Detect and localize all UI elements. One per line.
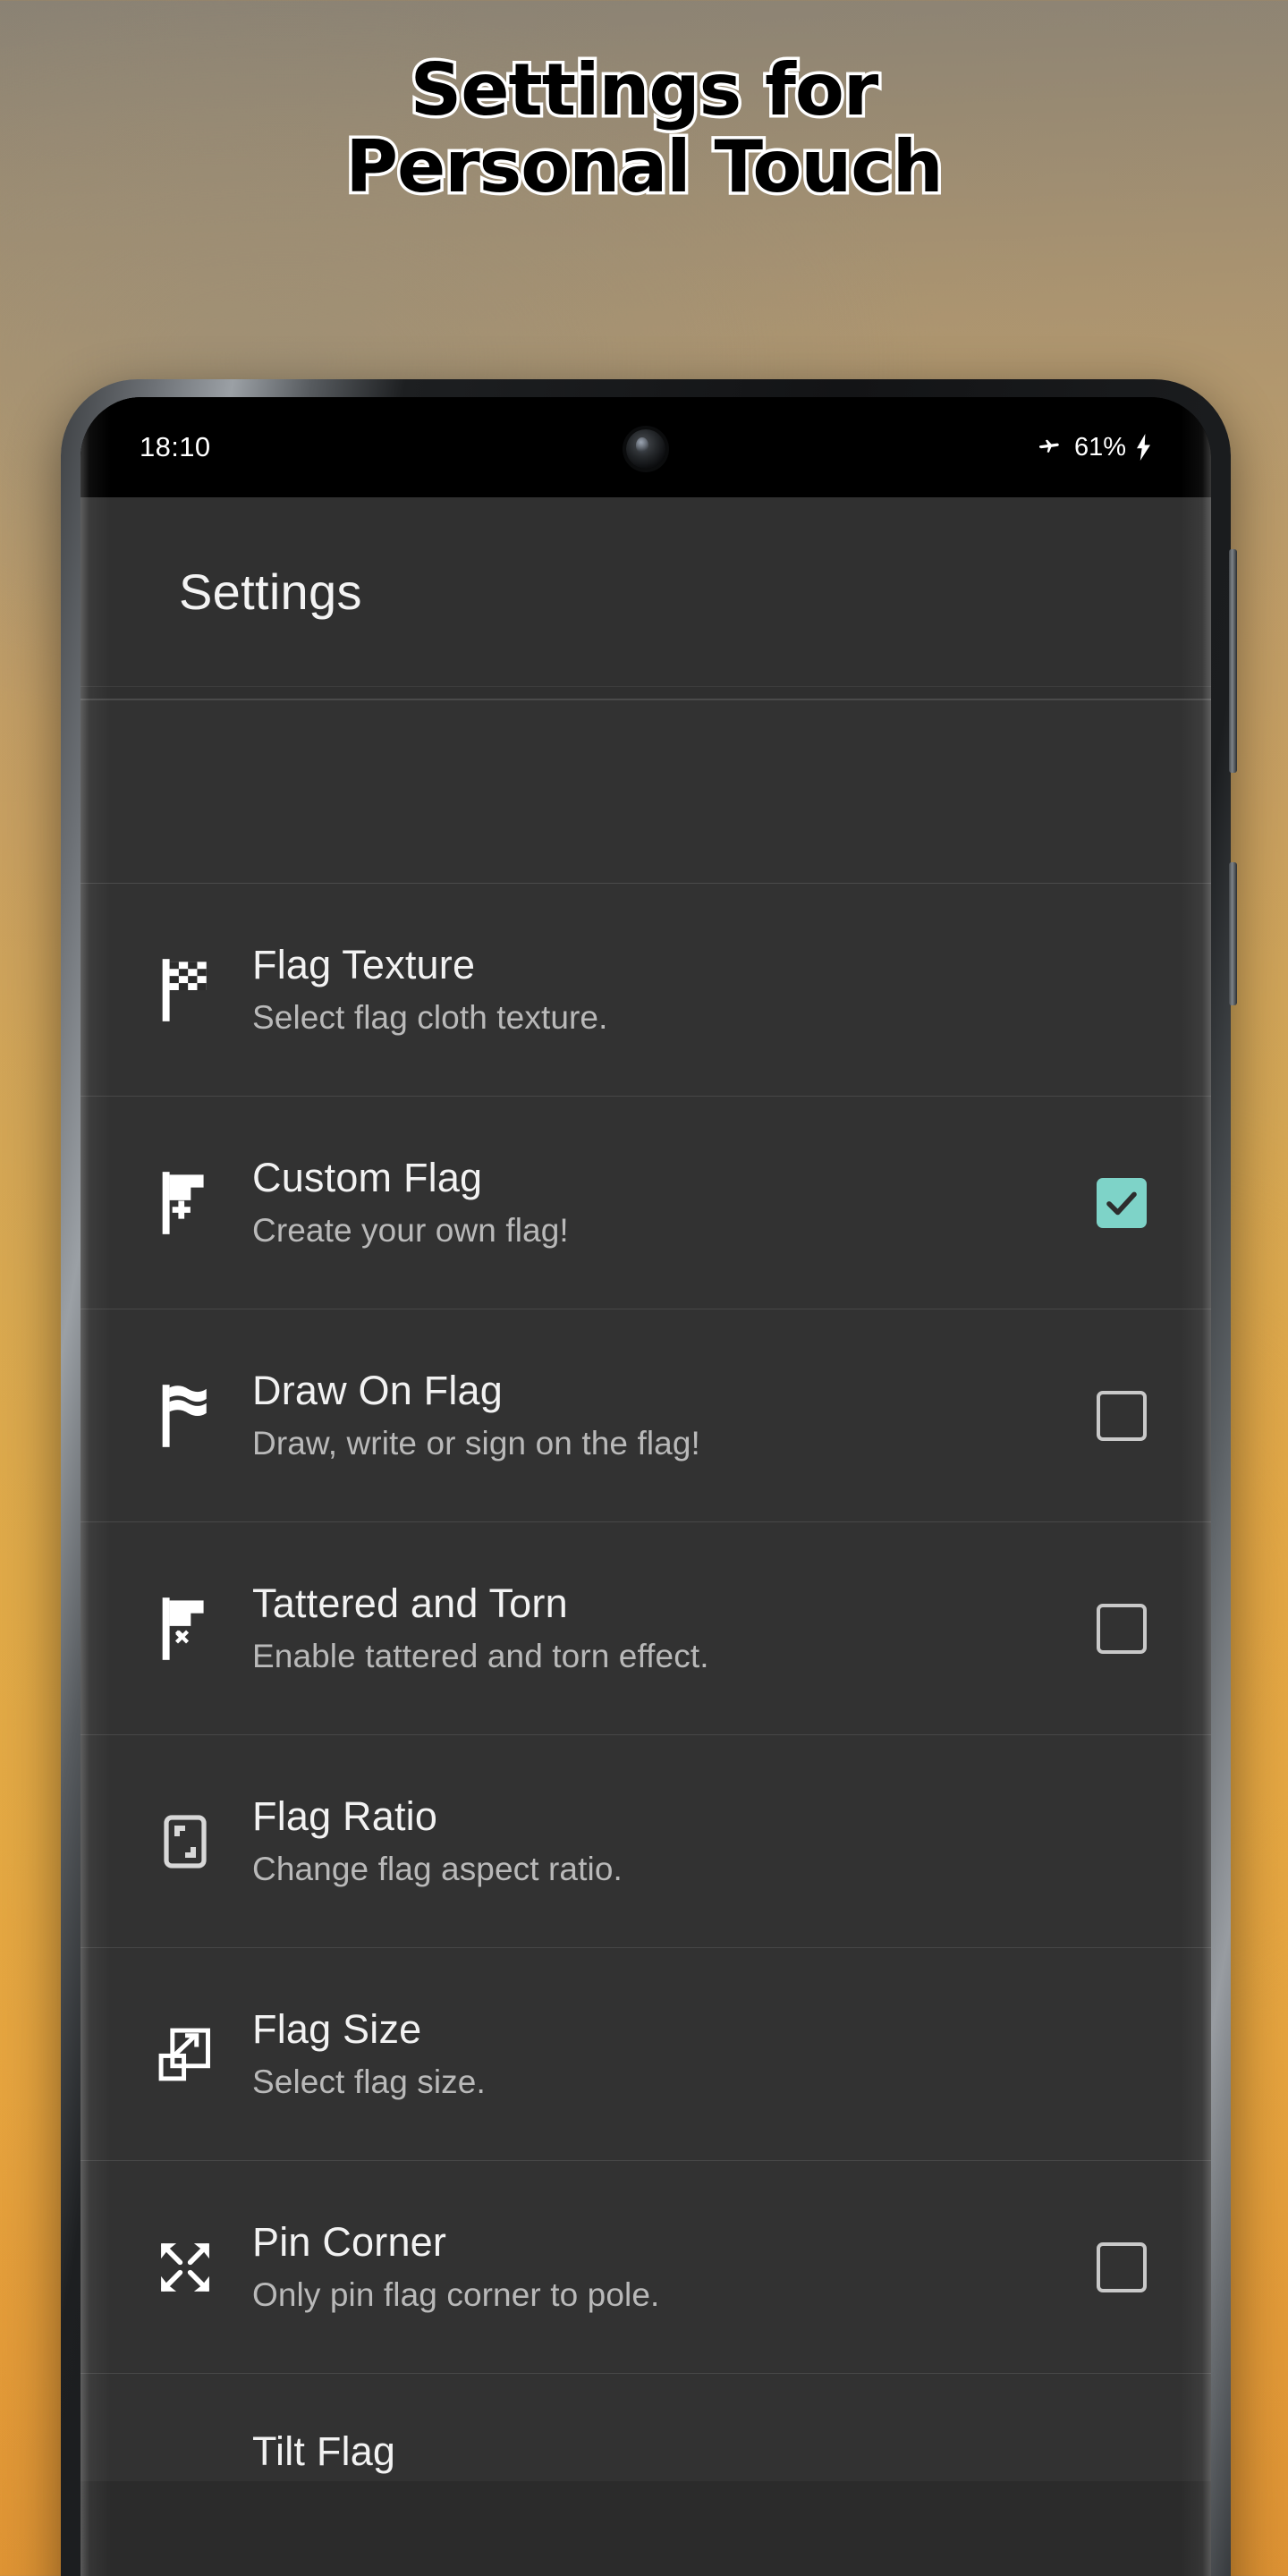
- status-bar: 18:10 61%: [80, 397, 1211, 497]
- row-title: Draw On Flag: [252, 1368, 503, 1414]
- row-text: Custom Flag Create your own flag!: [238, 1155, 1097, 1250]
- status-right-cluster: 61%: [1035, 433, 1152, 462]
- checkbox-custom-flag[interactable]: [1097, 1177, 1147, 1228]
- app-bar: Settings: [80, 497, 1211, 687]
- row-subtitle: Change flag aspect ratio.: [252, 1851, 623, 1888]
- promo-headline-line1: Settings for: [407, 48, 882, 131]
- row-title: Tilt Flag: [252, 2428, 396, 2474]
- resize-icon: [132, 2024, 238, 2085]
- flag-plus-icon: [132, 1169, 238, 1237]
- settings-row-custom-flag[interactable]: Custom Flag Create your own flag!: [80, 1097, 1211, 1309]
- status-time: 18:10: [140, 431, 211, 462]
- row-text: Tilt Flag: [238, 2428, 1097, 2474]
- volume-button[interactable]: [1229, 549, 1237, 773]
- aspect-ratio-icon: [132, 1809, 238, 1874]
- row-title: Flag Ratio: [252, 1793, 438, 1840]
- charging-bolt-icon: [1135, 434, 1152, 461]
- phone-bezel: 18:10 61% Settings Flag Texture Select f…: [80, 397, 1211, 2576]
- promo-headline-line2: Personal Touch: [343, 125, 946, 209]
- settings-list: Flag Texture Select flag cloth texture.: [80, 884, 1211, 2481]
- settings-row-tilt-flag[interactable]: Tilt Flag: [80, 2374, 1211, 2481]
- empty-preference-section: [80, 699, 1211, 884]
- row-subtitle: Draw, write or sign on the flag!: [252, 1425, 700, 1462]
- row-text: Pin Corner Only pin flag corner to pole.: [238, 2219, 1097, 2314]
- page-title: Settings: [179, 564, 362, 620]
- checkbox-pin-corner[interactable]: [1097, 2241, 1147, 2292]
- front-camera: [626, 429, 665, 469]
- settings-row-flag-size[interactable]: Flag Size Select flag size.: [80, 1948, 1211, 2161]
- section-gap: [80, 687, 1211, 699]
- settings-row-flag-texture[interactable]: Flag Texture Select flag cloth texture.: [80, 884, 1211, 1097]
- row-subtitle: Create your own flag!: [252, 1212, 569, 1250]
- wavy-flag-icon: [132, 1382, 238, 1450]
- row-subtitle: Select flag size.: [252, 2063, 486, 2101]
- flag-x-icon: [132, 1595, 238, 1663]
- promo-headline: Settings for Personal Touch: [0, 51, 1288, 209]
- row-subtitle: Only pin flag corner to pole.: [252, 2276, 660, 2314]
- row-text: Flag Ratio Change flag aspect ratio.: [238, 1793, 1097, 1888]
- settings-row-tattered-and-torn[interactable]: Tattered and Torn Enable tattered and to…: [80, 1522, 1211, 1735]
- row-title: Custom Flag: [252, 1155, 483, 1201]
- settings-row-draw-on-flag[interactable]: Draw On Flag Draw, write or sign on the …: [80, 1309, 1211, 1522]
- row-subtitle: Select flag cloth texture.: [252, 999, 608, 1037]
- phone-mockup: 18:10 61% Settings Flag Texture Select f…: [61, 379, 1237, 2576]
- checkered-flag-icon: [132, 956, 238, 1024]
- row-title: Flag Texture: [252, 942, 476, 988]
- row-title: Pin Corner: [252, 2219, 447, 2266]
- checkbox-draw-on-flag[interactable]: [1097, 1390, 1147, 1441]
- settings-app: Settings Flag Texture Select flag cloth …: [80, 497, 1211, 2576]
- phone-screen: 18:10 61% Settings Flag Texture Select f…: [80, 397, 1211, 2576]
- row-text: Flag Texture Select flag cloth texture.: [238, 942, 1097, 1037]
- row-text: Tattered and Torn Enable tattered and to…: [238, 1580, 1097, 1675]
- row-title: Flag Size: [252, 2006, 422, 2053]
- airplane-mode-icon: [1035, 436, 1065, 459]
- row-subtitle: Enable tattered and torn effect.: [252, 1638, 709, 1675]
- row-title: Tattered and Torn: [252, 1580, 568, 1627]
- expand-arrows-icon: [132, 2237, 238, 2298]
- battery-percentage: 61%: [1073, 432, 1126, 462]
- row-text: Flag Size Select flag size.: [238, 2006, 1097, 2101]
- checkbox-tattered-and-torn[interactable]: [1097, 1603, 1147, 1654]
- row-text: Draw On Flag Draw, write or sign on the …: [238, 1368, 1097, 1462]
- power-button[interactable]: [1229, 862, 1237, 1005]
- settings-row-pin-corner[interactable]: Pin Corner Only pin flag corner to pole.: [80, 2161, 1211, 2374]
- settings-row-flag-ratio[interactable]: Flag Ratio Change flag aspect ratio.: [80, 1735, 1211, 1948]
